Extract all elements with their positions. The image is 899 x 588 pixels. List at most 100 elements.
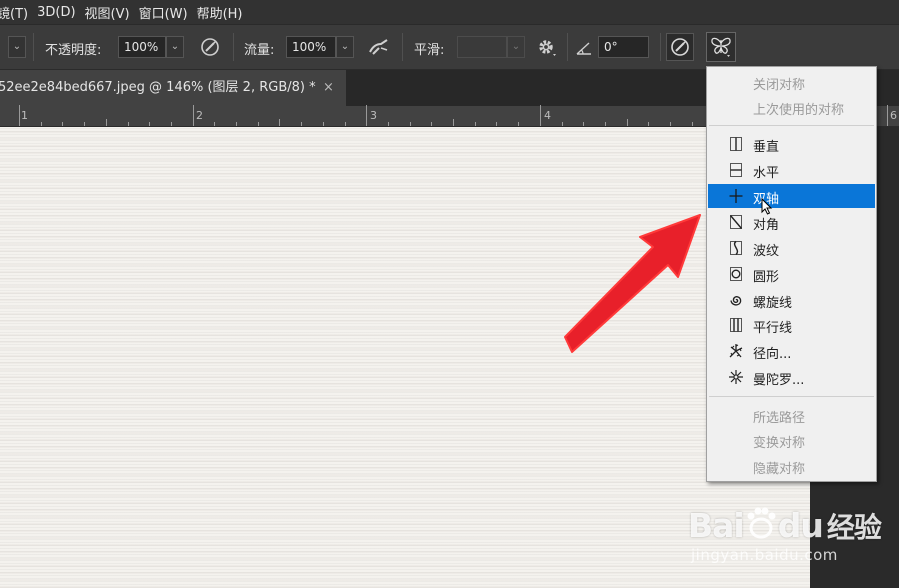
opacity-input[interactable]: 100% bbox=[118, 36, 166, 58]
menu-window[interactable]: 窗口(W) bbox=[139, 3, 197, 22]
opacity-label: 不透明度: bbox=[45, 43, 102, 58]
flow-input[interactable]: 100% bbox=[286, 36, 336, 58]
menu-item-label: 平行线 bbox=[753, 321, 793, 336]
separator bbox=[402, 33, 403, 61]
angle-icon bbox=[576, 40, 592, 59]
ruler-tick bbox=[40, 122, 42, 126]
watermark-brand: Bai bbox=[688, 506, 745, 545]
ruler-tick bbox=[431, 122, 433, 126]
diagonal-symmetry-icon bbox=[729, 215, 743, 229]
separator bbox=[33, 33, 34, 61]
parallel-lines-symmetry-icon bbox=[730, 318, 742, 332]
pressure-size-button[interactable] bbox=[666, 33, 694, 61]
separator bbox=[567, 33, 568, 61]
menu-3d[interactable]: 3D(D) bbox=[37, 5, 84, 20]
opacity-pressure-button[interactable] bbox=[197, 34, 223, 60]
ruler-tick bbox=[366, 105, 368, 126]
options-bar: ⌄ 不透明度: 100% ⌄ 流量: 100% ⌄ 平滑: ⌄ 0° bbox=[0, 24, 899, 70]
ruler-tick bbox=[84, 122, 86, 126]
menu-item-label: 水平 bbox=[753, 166, 780, 181]
ruler-label: 6 bbox=[890, 109, 897, 122]
paw-icon bbox=[744, 506, 778, 539]
ruler-tick bbox=[214, 122, 216, 126]
ruler-tick bbox=[648, 122, 650, 126]
watermark-brand-suffix: du bbox=[777, 506, 824, 545]
watermark-suffix: 经验 bbox=[826, 511, 882, 544]
smoothing-settings-button[interactable] bbox=[533, 34, 559, 60]
flow-dropdown[interactable]: ⌄ bbox=[336, 36, 354, 58]
ruler-tick bbox=[583, 122, 585, 126]
ruler-tick bbox=[19, 105, 20, 126]
menu-item-label: 垂直 bbox=[753, 140, 780, 155]
menu-item-symmetry-off[interactable]: 关闭对称 bbox=[708, 70, 875, 94]
ruler-label: 1 bbox=[21, 109, 28, 122]
menu-help[interactable]: 帮助(H) bbox=[197, 3, 252, 22]
ruler-tick bbox=[105, 119, 107, 126]
menu-item-horizontal[interactable]: 水平 bbox=[708, 158, 875, 182]
menu-item-vertical[interactable]: 垂直 bbox=[708, 132, 875, 156]
ruler-tick bbox=[170, 122, 172, 126]
ruler-tick bbox=[474, 122, 476, 126]
close-icon[interactable]: × bbox=[323, 70, 334, 106]
ruler-tick bbox=[301, 122, 303, 126]
annotation-arrow bbox=[564, 214, 701, 353]
menu-item-label: 关闭对称 bbox=[753, 78, 806, 93]
gear-icon bbox=[539, 40, 556, 56]
menu-item-dual-axis[interactable]: 双轴 bbox=[708, 184, 875, 215]
ruler-tick bbox=[149, 122, 151, 126]
symmetry-menu: 关闭对称 上次使用的对称 垂直 水平 双轴 对角 波纹 圆形 螺旋线 平行线 径… bbox=[706, 66, 877, 482]
mode-dropdown[interactable]: ⌄ bbox=[8, 36, 26, 58]
menu-item-mandala[interactable]: 曼陀罗... bbox=[708, 365, 875, 389]
ruler-tick bbox=[257, 122, 259, 126]
horizontal-symmetry-icon bbox=[730, 163, 742, 177]
ruler-tick bbox=[236, 122, 237, 126]
menu-view[interactable]: 视图(V) bbox=[85, 3, 139, 22]
mandala-symmetry-icon bbox=[729, 370, 743, 384]
ruler-tick bbox=[561, 122, 563, 126]
smoothing-input[interactable] bbox=[457, 36, 507, 58]
menu-item-parallel-lines[interactable]: 平行线 bbox=[708, 313, 875, 337]
menu-item-label: 径向... bbox=[753, 347, 792, 362]
separator bbox=[660, 33, 661, 61]
ruler-tick bbox=[192, 105, 194, 126]
menu-item-hide-symmetry[interactable]: 隐藏对称 bbox=[708, 454, 875, 478]
ruler-tick bbox=[127, 122, 129, 126]
menu-item-label: 圆形 bbox=[753, 270, 780, 285]
ruler-tick bbox=[62, 122, 64, 126]
document-tab[interactable]: 52ee2e84bed667.jpeg @ 146% (图层 2, RGB/8)… bbox=[0, 70, 346, 106]
airbrush-button[interactable] bbox=[366, 34, 392, 60]
menu-item-diagonal[interactable]: 对角 bbox=[708, 210, 875, 234]
smoothing-dropdown[interactable]: ⌄ bbox=[507, 36, 525, 58]
menu-filter[interactable]: 镜(T) bbox=[0, 3, 37, 22]
ruler-tick bbox=[887, 105, 888, 126]
menu-item-label: 波纹 bbox=[753, 244, 780, 259]
ruler-label: 2 bbox=[196, 109, 203, 122]
ruler-tick bbox=[387, 122, 389, 126]
menu-item-radial[interactable]: 径向... bbox=[708, 339, 875, 363]
menu-item-wavy[interactable]: 波纹 bbox=[708, 236, 875, 260]
ruler-label: 4 bbox=[544, 109, 551, 122]
separator bbox=[233, 33, 234, 61]
menu-separator bbox=[709, 396, 874, 397]
menu-item-circle[interactable]: 圆形 bbox=[708, 262, 875, 286]
menu-item-label: 曼陀罗... bbox=[753, 373, 805, 388]
menu-item-selected-path[interactable]: 所选路径 bbox=[708, 403, 875, 427]
circle-symmetry-icon bbox=[730, 267, 742, 281]
menu-item-last-used[interactable]: 上次使用的对称 bbox=[708, 95, 875, 119]
ruler-tick bbox=[453, 119, 454, 126]
ruler-tick bbox=[344, 122, 346, 126]
menu-item-spiral[interactable]: 螺旋线 bbox=[708, 288, 875, 312]
menu-item-label: 所选路径 bbox=[753, 411, 806, 426]
ruler-label: 3 bbox=[370, 109, 377, 122]
symmetry-button[interactable] bbox=[706, 32, 736, 62]
ruler-tick bbox=[322, 122, 324, 126]
opacity-dropdown[interactable]: ⌄ bbox=[166, 36, 184, 58]
menu-item-label: 上次使用的对称 bbox=[753, 103, 845, 118]
ruler-tick bbox=[496, 122, 498, 126]
menu-item-transform-symmetry[interactable]: 变换对称 bbox=[708, 428, 875, 452]
ruler-tick bbox=[604, 122, 606, 126]
spiral-symmetry-icon bbox=[730, 296, 742, 306]
baidu-jingyan-watermark: Bai du 经验 jingyan.baidu.com bbox=[688, 506, 882, 576]
document-tab-title: 52ee2e84bed667.jpeg @ 146% (图层 2, RGB/8)… bbox=[0, 80, 316, 95]
angle-input[interactable]: 0° bbox=[598, 36, 649, 58]
